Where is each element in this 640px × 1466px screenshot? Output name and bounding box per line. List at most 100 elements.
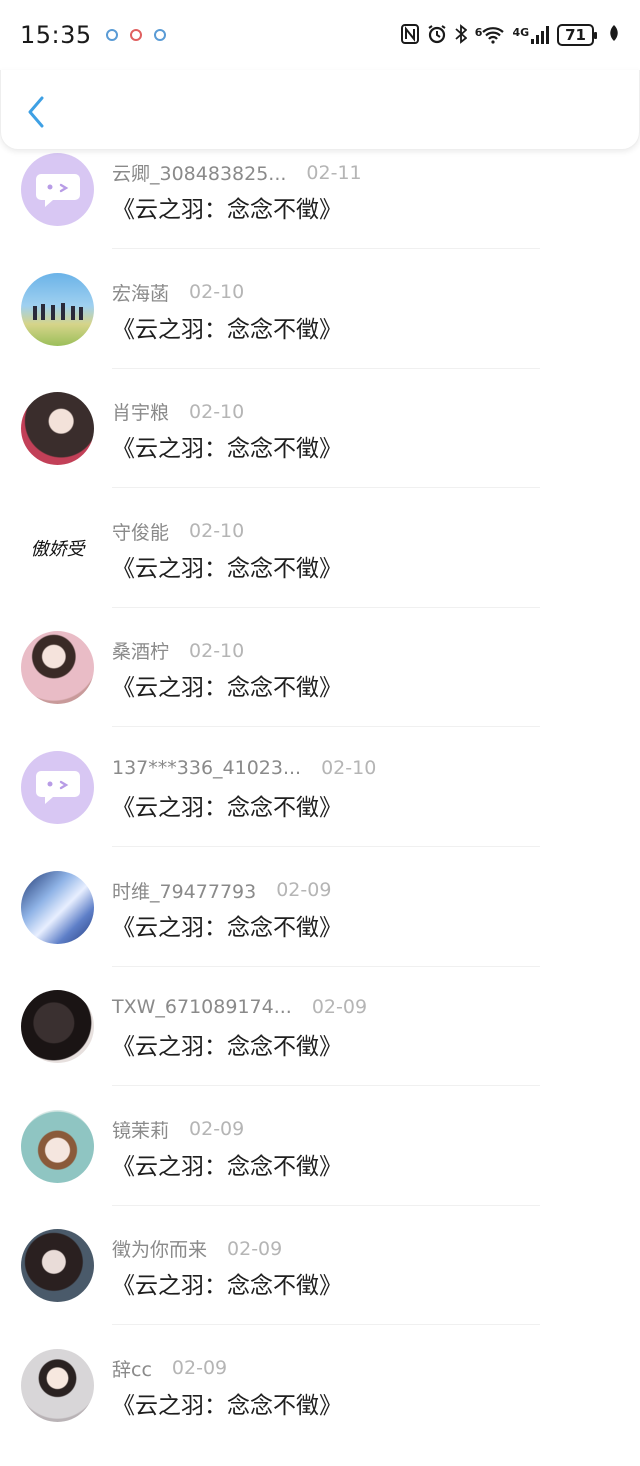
divider [112,367,540,369]
wifi-label: 6 [474,26,483,39]
nav-bar [0,70,640,150]
list-item[interactable]: 云卿_308483825... 02-11 《云之羽：念念不徵》 [0,150,640,270]
user-name[interactable]: 徵为你而来 [112,1235,207,1262]
divider [112,726,540,728]
cellular-icon: 4G [512,26,550,44]
browser-notification-icon [105,29,118,41]
list-item[interactable]: 镜茉莉 02-09 《云之羽：念念不徵》 [0,1107,640,1227]
status-left: 15:35 [20,21,166,49]
list-item[interactable]: 137***336_41023... 02-10 《云之羽：念念不徵》 [0,748,640,868]
status-right: 6 4G 71 [400,23,620,47]
list-item[interactable]: 宏海菡 02-10 《云之羽：念念不徵》 [0,270,640,390]
bluetooth-icon [455,23,468,47]
item-title: 《云之羽：念念不徵》 [112,914,342,941]
avatar[interactable]: 傲娇受 [21,511,94,585]
item-meta: TXW_671089174... 02-09 [112,996,367,1018]
avatar[interactable] [21,272,94,346]
divider [112,1085,540,1087]
browser-notification-icon [129,29,142,41]
browser-notification-icon [153,29,166,41]
user-name[interactable]: 辞cc [112,1355,152,1382]
divider [112,248,540,249]
user-name[interactable]: 桑酒柠 [112,637,169,664]
list-item[interactable]: 时维_79477793 02-09 《云之羽：念念不徵》 [0,868,640,988]
avatar[interactable] [21,750,94,824]
item-date: 02-09 [227,1237,283,1260]
item-title: 《云之羽：念念不徵》 [112,197,342,223]
alarm-icon [427,24,447,47]
avatar[interactable] [21,870,94,944]
list-item[interactable]: 辞cc 02-09 《云之羽：念念不徵》 [0,1346,640,1466]
user-name[interactable]: 时维_79477793 [112,877,256,904]
divider [112,606,540,608]
item-date: 02-09 [171,1357,228,1380]
item-meta: 镜茉莉 02-09 [112,1116,244,1143]
avatar[interactable] [21,392,94,466]
avatar[interactable] [21,153,94,226]
status-time: 15:35 [20,21,92,49]
list-item[interactable]: 傲娇受 守俊能 02-10 《云之羽：念念不徵》 [0,509,640,629]
wifi-icon: 6 [475,26,505,44]
avatar[interactable] [21,1109,94,1183]
item-meta: 守俊能 02-10 [112,518,244,545]
list-item[interactable]: 徵为你而来 02-09 《云之羽：念念不徵》 [0,1226,640,1346]
user-name[interactable]: 肖宇粮 [112,398,169,425]
leaf-icon [608,24,620,46]
chat-bubble-icon [35,771,80,805]
avatar[interactable] [21,1348,94,1422]
network-label: 4G [512,26,530,39]
divider [112,965,540,967]
item-date: 02-10 [189,281,245,304]
item-date: 02-11 [306,161,362,184]
avatar[interactable] [21,990,94,1064]
item-title: 《云之羽：念念不徵》 [112,436,342,463]
item-meta: 肖宇粮 02-10 [112,398,244,425]
status-bar: 15:35 6 4G 71 [0,0,640,70]
user-name[interactable]: TXW_671089174... [112,996,292,1018]
item-title: 《云之羽：念念不徵》 [112,316,342,343]
divider [112,1204,540,1206]
notification-icons [105,29,166,41]
item-title: 《云之羽：念念不徵》 [112,1392,342,1419]
item-title: 《云之羽：念念不徵》 [112,555,342,582]
item-meta: 137***336_41023... 02-10 [112,757,376,779]
item-date: 02-09 [189,1118,245,1141]
item-date: 02-10 [189,639,245,662]
item-date: 02-09 [276,879,332,902]
avatar[interactable] [21,1229,94,1303]
item-meta: 云卿_308483825... 02-11 [112,159,362,186]
item-date: 02-10 [189,400,245,423]
item-title: 《云之羽：念念不徵》 [112,1034,342,1061]
item-meta: 时维_79477793 02-09 [112,877,331,904]
divider [112,845,540,847]
avatar[interactable] [21,631,94,705]
user-name[interactable]: 云卿_308483825... [112,159,286,186]
user-name[interactable]: 137***336_41023... [112,757,301,779]
item-meta: 辞cc 02-09 [112,1355,227,1382]
group-photo-icon [33,302,83,320]
item-title: 《云之羽：念念不徵》 [112,1153,342,1180]
item-title: 《云之羽：念念不徵》 [112,1273,342,1300]
item-title: 《云之羽：念念不徵》 [112,675,342,702]
item-meta: 徵为你而来 02-09 [112,1235,282,1262]
item-date: 02-10 [189,520,245,543]
list-item[interactable]: TXW_671089174... 02-09 《云之羽：念念不徵》 [0,987,640,1107]
back-button[interactable] [19,92,53,132]
user-name[interactable]: 镜茉莉 [112,1116,169,1143]
item-date: 02-09 [311,996,368,1019]
avatar-calligraphy: 傲娇受 [30,539,85,561]
user-name[interactable]: 宏海菡 [112,279,169,306]
chevron-left-icon [28,96,44,128]
divider [112,487,540,489]
user-name[interactable]: 守俊能 [112,518,169,545]
list-item[interactable]: 肖宇粮 02-10 《云之羽：念念不徵》 [0,389,640,509]
item-meta: 桑酒柠 02-10 [112,637,244,664]
battery-icon: 71 [557,24,597,46]
nfc-icon [400,23,419,47]
message-list: 云卿_308483825... 02-11 《云之羽：念念不徵》 宏海菡 02-… [0,150,640,1466]
chat-bubble-icon [35,173,80,207]
list-item[interactable]: 桑酒柠 02-10 《云之羽：念念不徵》 [0,628,640,748]
item-title: 《云之羽：念念不徵》 [112,794,342,821]
item-date: 02-10 [321,756,377,779]
divider [112,1324,540,1326]
